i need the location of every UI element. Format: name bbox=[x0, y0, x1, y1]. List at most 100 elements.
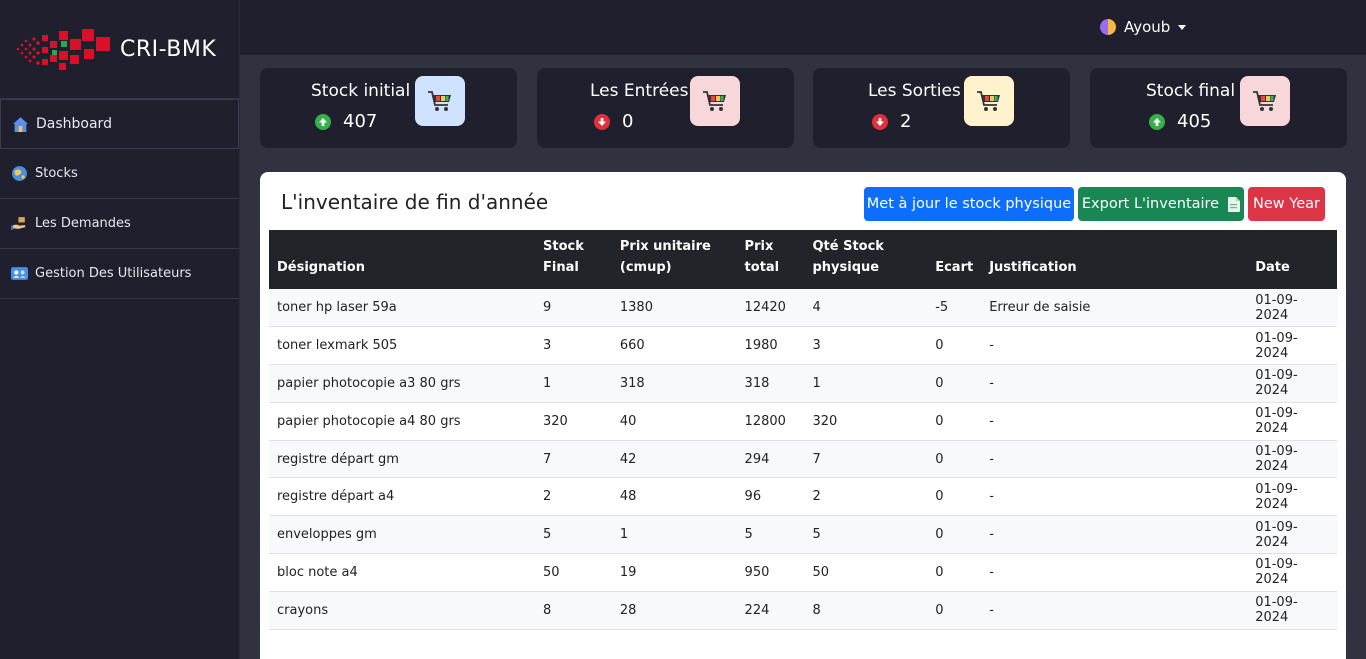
column-header[interactable]: Justification bbox=[981, 230, 1247, 289]
cell-ecart: 0 bbox=[927, 477, 982, 517]
cell-justification: - bbox=[981, 326, 1248, 366]
cell-prix-unitaire: 28 bbox=[611, 591, 737, 630]
cell-justification: - bbox=[981, 364, 1248, 403]
brand-name: CRI-BMK bbox=[120, 36, 217, 62]
inventory-table: Désignation Stock Final Prix unitaire (c… bbox=[269, 230, 1337, 630]
table-row: crayons 8 28 224 8 0-01-09-2024 bbox=[269, 591, 1337, 630]
cell-designation: registre départ gm bbox=[269, 440, 535, 479]
new-year-button[interactable]: New Year bbox=[1248, 187, 1325, 221]
stat-card-entrees: Les Entrées 0 bbox=[537, 68, 794, 148]
card-title: Stock initial bbox=[311, 81, 411, 101]
brand[interactable]: CRI-BMK bbox=[0, 0, 239, 98]
table-body: toner hp laser 59a 9 1380 12420 4 -5 Erreur de… bbox=[269, 289, 1337, 630]
cell-prix-total: 1980 bbox=[736, 326, 805, 366]
cell-prix-total: 950 bbox=[736, 553, 805, 592]
cell-qte-physique: 4 bbox=[804, 289, 928, 328]
cell-justification: - bbox=[981, 402, 1248, 441]
column-header[interactable]: Désignation bbox=[269, 230, 535, 289]
cell-ecart: 0 bbox=[927, 326, 982, 366]
cell-qte-physique: 5 bbox=[804, 515, 928, 555]
cell-justification: - bbox=[981, 553, 1248, 592]
cell-qte-physique: 1 bbox=[804, 364, 928, 403]
sidebar-item-label: Dashboard bbox=[36, 116, 112, 132]
sidebar-item-utilisateurs[interactable]: Gestion Des Utilisateurs bbox=[0, 249, 239, 299]
cell-designation: crayons bbox=[269, 591, 535, 630]
cell-ecart: 0 bbox=[927, 440, 982, 479]
cell-ecart: -5 bbox=[927, 289, 982, 328]
topbar: Ayoub bbox=[240, 0, 1366, 55]
table-row: toner lexmark 505 3 660 1980 3 0-01-09-2024 bbox=[269, 326, 1337, 366]
table-row: bloc note a4 50 19 950 50 0-01-09-2024 bbox=[269, 553, 1337, 592]
export-label: Export L'inventaire bbox=[1081, 196, 1220, 212]
cell-designation: toner hp laser 59a bbox=[269, 289, 535, 328]
card-value: 407 bbox=[315, 111, 377, 132]
stat-card-stock-final: Stock final 405 bbox=[1090, 68, 1347, 148]
cell-stock-final: 50 bbox=[535, 553, 612, 592]
stat-card-stock-initial: Stock initial 407 bbox=[260, 68, 517, 148]
sidebar-item-stocks[interactable]: Stocks bbox=[0, 149, 239, 199]
column-header[interactable]: Date bbox=[1247, 230, 1337, 289]
card-value-text: 405 bbox=[1177, 111, 1212, 132]
hand-box-icon bbox=[10, 215, 28, 233]
sidebar-item-label: Gestion Des Utilisateurs bbox=[35, 266, 192, 281]
inventory-panel: L'inventaire de fin d'année Met à jour l… bbox=[260, 172, 1346, 659]
table-header: Désignation Stock Final Prix unitaire (c… bbox=[269, 230, 1337, 289]
export-inventory-button[interactable]: Export L'inventaire bbox=[1078, 187, 1244, 221]
cell-justification: - bbox=[981, 515, 1248, 555]
cell-stock-final: 2 bbox=[535, 477, 612, 517]
cell-prix-total: 12420 bbox=[736, 289, 805, 328]
update-stock-button[interactable]: Met à jour le stock physique bbox=[864, 187, 1074, 221]
user-menu[interactable]: Ayoub bbox=[1100, 18, 1187, 36]
sidebar-item-dashboard[interactable]: Dashboard bbox=[0, 99, 239, 149]
column-header[interactable]: Qté Stock physique bbox=[804, 230, 927, 289]
cell-prix-total: 5 bbox=[736, 515, 805, 555]
home-icon bbox=[11, 115, 29, 133]
cart-icon bbox=[964, 76, 1014, 126]
cell-qte-physique: 3 bbox=[804, 326, 928, 366]
card-title: Stock final bbox=[1146, 81, 1236, 101]
arrow-down-icon bbox=[594, 113, 610, 130]
table-row: papier photocopie a4 80 grs 320 40 12800 320… bbox=[269, 402, 1337, 441]
logo-icon bbox=[14, 27, 110, 71]
cell-ecart: 0 bbox=[927, 515, 982, 555]
cell-designation: bloc note a4 bbox=[269, 553, 535, 592]
cell-prix-unitaire: 42 bbox=[611, 440, 737, 479]
card-title: Les Entrées bbox=[590, 81, 689, 101]
cell-stock-final: 5 bbox=[535, 515, 612, 555]
cell-date: 01-09-2024 bbox=[1247, 591, 1337, 630]
cell-stock-final: 9 bbox=[535, 289, 612, 328]
cell-justification: Erreur de saisie bbox=[981, 289, 1248, 328]
table-row: registre départ gm 7 42 294 7 0-01-09-2024 bbox=[269, 440, 1337, 479]
cell-designation: toner lexmark 505 bbox=[269, 326, 535, 366]
card-value: 0 bbox=[594, 111, 633, 132]
avatar bbox=[1100, 19, 1116, 35]
cell-prix-total: 318 bbox=[736, 364, 805, 403]
column-header[interactable]: Prix unitaire (cmup) bbox=[612, 230, 737, 289]
cell-qte-physique: 50 bbox=[804, 553, 928, 592]
cell-date: 01-09-2024 bbox=[1247, 515, 1337, 555]
globe-icon bbox=[10, 165, 28, 183]
column-header[interactable]: Ecart bbox=[927, 230, 981, 289]
arrow-down-icon bbox=[872, 113, 888, 130]
cell-date: 01-09-2024 bbox=[1247, 402, 1337, 441]
column-header[interactable]: Prix total bbox=[737, 230, 805, 289]
column-header[interactable]: Stock Final bbox=[535, 230, 612, 289]
sidebar-item-label: Stocks bbox=[35, 166, 78, 181]
cell-date: 01-09-2024 bbox=[1247, 289, 1337, 328]
cell-qte-physique: 320 bbox=[804, 402, 928, 441]
cell-prix-unitaire: 1 bbox=[611, 515, 737, 555]
cell-prix-unitaire: 318 bbox=[611, 364, 737, 403]
card-value: 405 bbox=[1149, 111, 1211, 132]
cell-date: 01-09-2024 bbox=[1247, 477, 1337, 517]
card-value-text: 0 bbox=[622, 111, 634, 132]
card-value-text: 2 bbox=[900, 111, 912, 132]
card-value-text: 407 bbox=[343, 111, 378, 132]
cell-date: 01-09-2024 bbox=[1247, 326, 1337, 366]
cell-ecart: 0 bbox=[927, 364, 982, 403]
card-value: 2 bbox=[872, 111, 911, 132]
cell-stock-final: 8 bbox=[535, 591, 612, 630]
cell-qte-physique: 7 bbox=[804, 440, 928, 479]
file-icon bbox=[1228, 196, 1241, 212]
sidebar-item-demandes[interactable]: Les Demandes bbox=[0, 199, 239, 249]
cell-designation: papier photocopie a4 80 grs bbox=[269, 402, 535, 441]
